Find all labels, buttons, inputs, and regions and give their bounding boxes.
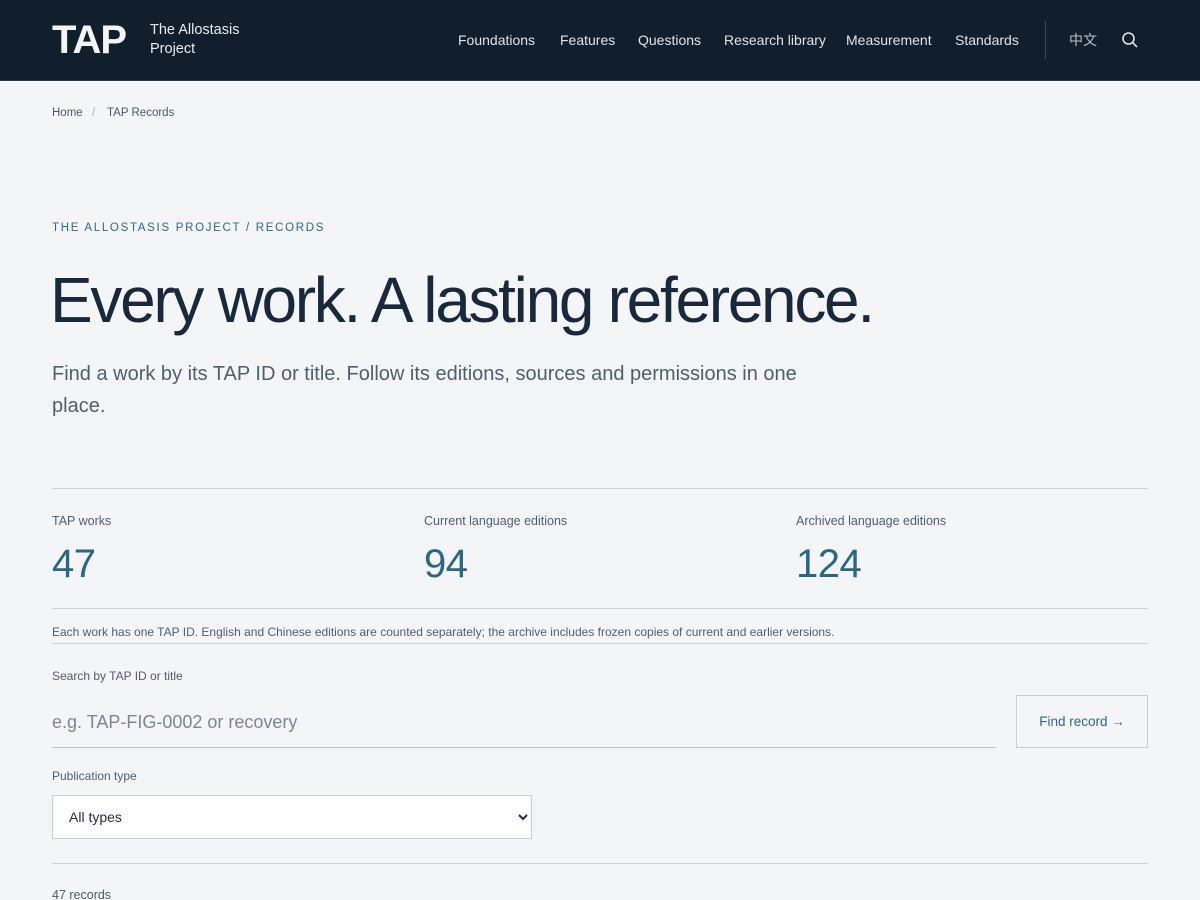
stat-label-current-editions: Current language editions [424,514,568,528]
site-name[interactable]: The Allostasis Project [150,21,260,59]
stats-note: Each work has one TAP ID. English and Ch… [52,625,835,639]
nav-foundations[interactable]: Foundations [458,31,535,49]
tap-logo[interactable]: TAP [52,20,127,60]
search-input[interactable] [52,697,996,748]
nav-measurement[interactable]: Measurement [846,31,932,49]
divider [52,608,1148,609]
search-icon[interactable] [1121,31,1139,49]
nav-features[interactable]: Features [560,31,615,49]
stat-value-works: 47 [52,542,96,586]
stat-label-works: TAP works [52,514,112,528]
section-eyebrow: The Allostasis Project / Records [52,222,326,234]
nav-questions[interactable]: Questions [638,31,701,49]
records-count: 47 records [52,888,112,900]
breadcrumb-home[interactable]: Home [52,106,83,120]
stat-label-archived-editions: Archived language editions [796,514,947,528]
divider [52,488,1148,489]
site-header: TAP The Allostasis Project Foundations F… [0,0,1200,81]
nav-standards[interactable]: Standards [955,31,1019,49]
breadcrumb-separator: / [92,107,96,119]
stat-value-archived-editions: 124 [796,542,862,586]
divider [52,643,1148,644]
publication-type-label: Publication type [52,769,137,783]
stat-value-current-editions: 94 [424,542,468,586]
publication-type-select[interactable]: All types [52,795,532,839]
breadcrumb-current: TAP Records [107,107,175,119]
divider [52,863,1148,864]
nav-divider [1045,21,1046,59]
page-intro: Find a work by its TAP ID or title. Foll… [52,363,797,417]
search-label: Search by TAP ID or title [52,669,183,683]
language-toggle[interactable]: 中文 [1069,31,1097,49]
page-title: Every work. A lasting reference. [50,264,875,336]
nav-research-library[interactable]: Research library [724,31,826,49]
find-record-button[interactable]: Find record → [1016,695,1148,748]
